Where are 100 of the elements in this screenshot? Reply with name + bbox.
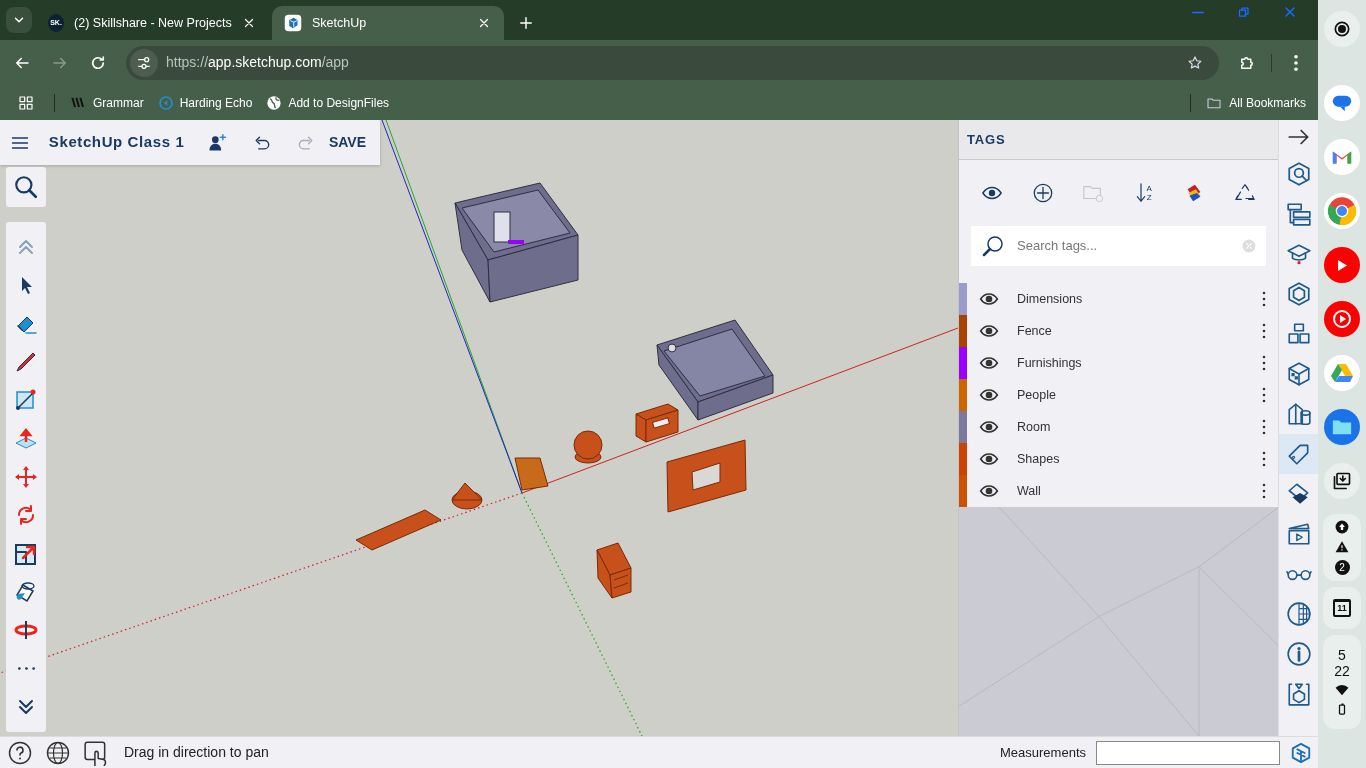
more-vertical-icon [1294, 54, 1298, 71]
person-add-icon [206, 132, 227, 153]
globe-icon [46, 740, 70, 765]
restore-icon [1238, 6, 1250, 18]
record-icon [1334, 21, 1350, 37]
more-vertical-icon [1261, 450, 1267, 468]
cube-cylinder-icon [1285, 401, 1312, 427]
scale-icon [14, 541, 38, 566]
plus-icon [519, 16, 533, 30]
mail-app-icon[interactable] [1324, 139, 1360, 175]
search-icon [13, 174, 39, 200]
tag-name[interactable]: Shapes [1003, 449, 1252, 469]
site-settings-button[interactable] [130, 48, 158, 77]
tag-name[interactable]: Wall [1003, 481, 1252, 501]
minimize-icon [1192, 10, 1204, 14]
arrow-down-icon [1135, 182, 1146, 204]
url-text: https://app.sketchup.com/app [166, 53, 349, 72]
clapperboard-icon [1285, 521, 1312, 547]
info-icon [1285, 641, 1312, 667]
help-icon [8, 740, 32, 765]
globe-icon [266, 94, 283, 111]
panel-model [514, 457, 549, 491]
move-icon [14, 464, 38, 489]
search-field[interactable]: Search tags... [971, 226, 1266, 266]
tab-search-button[interactable] [6, 7, 32, 33]
box-icon [1285, 681, 1312, 707]
clock-time: 5 22 [1334, 647, 1350, 679]
tag-name[interactable]: Room [1003, 417, 1252, 437]
pencil-icon [14, 350, 38, 374]
browser-tab[interactable]: SketchUp [272, 6, 504, 40]
measurements-field[interactable] [1096, 740, 1280, 765]
calendar-button[interactable]: 11 [1323, 587, 1361, 629]
close-icon [242, 17, 255, 29]
notification-count: 2 [1334, 560, 1350, 575]
address-bar[interactable]: https://app.sketchup.com/app [126, 45, 1219, 80]
tote-button[interactable] [1324, 463, 1360, 499]
tag-name[interactable]: Dimensions [1003, 289, 1252, 309]
tune-icon [136, 54, 152, 71]
messages-app-icon[interactable] [1324, 85, 1360, 121]
battery-icon [1337, 701, 1347, 717]
files-app-icon[interactable] [1324, 409, 1360, 445]
panel-title: TAGS [959, 120, 1278, 160]
download-icon [1332, 471, 1352, 491]
tag-name[interactable]: People [1003, 385, 1252, 405]
hexagon-search-icon [1285, 161, 1312, 187]
plus-circle-icon [1031, 182, 1054, 204]
browser-app-icon[interactable] [1324, 193, 1360, 229]
sort-button[interactable]: A Z [1125, 175, 1162, 211]
close-icon [1284, 6, 1296, 18]
more-vertical-icon [1261, 290, 1267, 308]
chrome-icon [1327, 196, 1357, 226]
globe-icon [1285, 601, 1312, 627]
music-app-icon[interactable] [1324, 301, 1360, 337]
tab-title: SketchUp [312, 14, 368, 32]
measurements-label: Measurements [1000, 743, 1086, 762]
app-logo [1290, 741, 1312, 764]
bookmark-link[interactable]: Add to DesignFiles [266, 93, 390, 112]
rectangle-icon [14, 388, 38, 413]
clear-icon [1242, 239, 1256, 253]
triangle-icon [1330, 361, 1354, 385]
tag-name[interactable]: Furnishings [1003, 353, 1252, 373]
warning-icon [1334, 540, 1350, 554]
layers-icon [1285, 201, 1312, 227]
all-bookmarks-link[interactable]: All Bookmarks [1205, 93, 1306, 112]
upload-icon [1335, 520, 1349, 534]
play-circle-icon [1330, 307, 1354, 331]
push-pull-icon [14, 426, 38, 451]
play-icon [1337, 259, 1347, 271]
close-icon [478, 17, 490, 29]
reload-icon [89, 53, 107, 72]
search-tool-button[interactable] [6, 167, 46, 207]
checkered-cube-icon [1285, 361, 1312, 387]
model-title: SketchUp Class 1 [48, 132, 185, 153]
search-icon [981, 234, 1005, 258]
play-circle-icon [157, 94, 174, 111]
more-vertical-icon [1261, 482, 1267, 500]
star-icon [1187, 54, 1203, 71]
screen-record-button[interactable] [1324, 11, 1360, 47]
cabinet-model [596, 542, 632, 599]
more-vertical-icon [1261, 386, 1267, 404]
more-vertical-icon [1261, 418, 1267, 436]
more-icon [17, 667, 35, 671]
video-app-icon[interactable] [1324, 247, 1360, 283]
box-model [635, 403, 679, 443]
hexagon-icon [1285, 281, 1312, 307]
tab-title: (2) Skillshare - New Projects [74, 14, 232, 32]
app-logo [284, 14, 302, 32]
more-vertical-icon [1261, 322, 1267, 340]
tag-name[interactable]: Fence [1003, 321, 1252, 341]
bookmark-link[interactable]: Harding Echo [157, 93, 253, 112]
drive-app-icon[interactable] [1324, 355, 1360, 391]
status-tray[interactable]: 2 [1323, 514, 1361, 581]
cone-model [451, 482, 483, 510]
panel-tab[interactable] [1278, 434, 1319, 474]
bookmark-link[interactable]: Grammar [69, 93, 144, 112]
status-message: Drag in direction to pan [124, 743, 269, 762]
wifi-icon [1334, 683, 1350, 697]
save-button[interactable]: SAVE [324, 132, 370, 153]
more-vertical-icon [1261, 354, 1267, 372]
grid-icon [18, 94, 34, 111]
